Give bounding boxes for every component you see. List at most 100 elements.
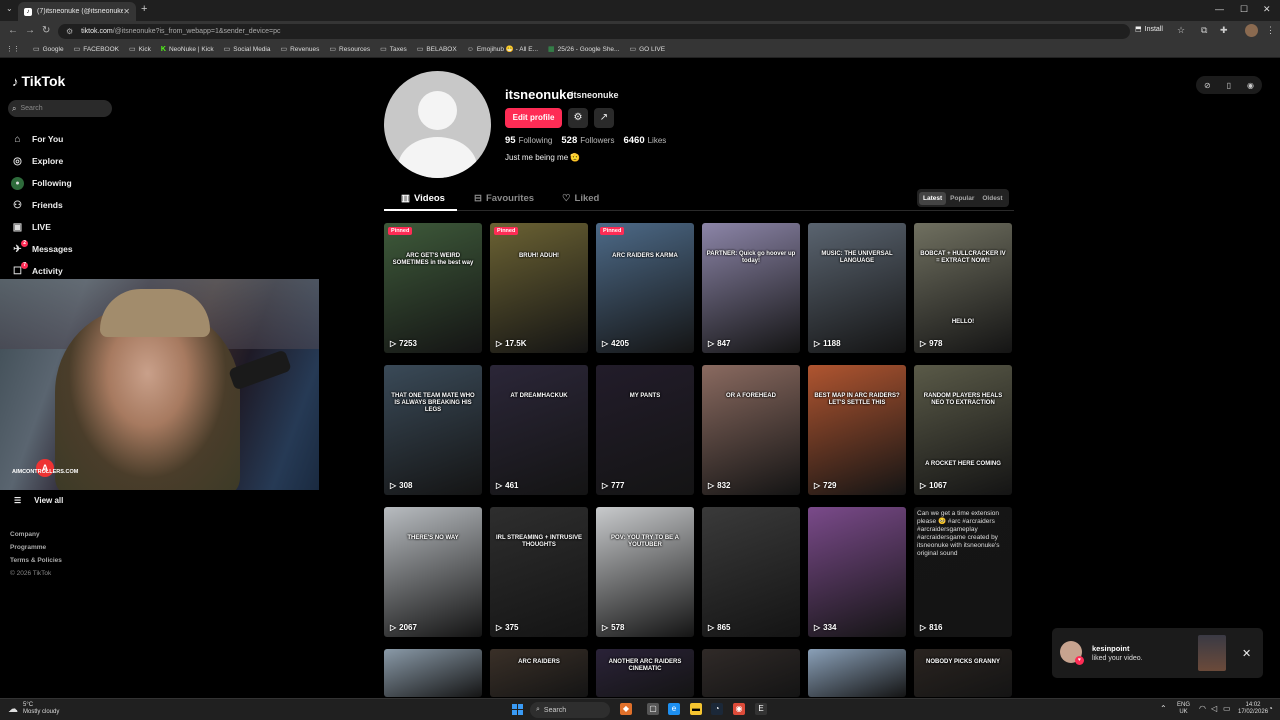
puzzle-icon[interactable]: ✚ [1220, 25, 1228, 36]
sidebar-item-live[interactable]: ▣ LIVE [11, 216, 73, 238]
taskbar-search[interactable]: ⌕ Search [530, 702, 610, 718]
video-thumbnail[interactable]: ▷ 865 [702, 507, 800, 637]
video-thumbnail[interactable]: Pinned ARC RAIDERS KARMA ▷ 4205 [596, 223, 694, 353]
minimize-icon[interactable]: — [1215, 4, 1224, 14]
tab-videos[interactable]: ▥ Videos [401, 193, 445, 204]
browser-tab[interactable]: ♪ (7)itsneonuke (@itsneonuke) | T ✕ [18, 2, 136, 21]
stat-following[interactable]: 95 Following [505, 135, 552, 146]
new-tab-icon[interactable]: + [141, 3, 147, 15]
back-icon[interactable]: ← [8, 25, 18, 36]
bookmark-item[interactable]: ▭ Taxes [380, 45, 407, 54]
tray-chevron-icon[interactable]: ⌃ [1160, 704, 1167, 713]
notification-bell-icon[interactable]: ◔ [1268, 704, 1273, 713]
site-info-icon[interactable]: ⚙ [66, 27, 73, 36]
extension-icon[interactable]: ⧉ [1201, 25, 1207, 36]
footer-link-company[interactable]: Company [10, 528, 62, 541]
video-thumbnail[interactable] [702, 649, 800, 697]
bookmark-item[interactable]: ☺ Emojihub 😁 - All E... [467, 45, 538, 54]
sidebar-item-explore[interactable]: ◎ Explore [11, 150, 73, 172]
video-thumbnail[interactable]: IRL STREAMING + INTRUSIVE THOUGHTS ▷ 375 [490, 507, 588, 637]
share-button[interactable]: ↗ [594, 108, 614, 128]
clock[interactable]: 14:02 17/02/2026 [1238, 702, 1268, 716]
app-icon-epic[interactable]: E [755, 703, 767, 715]
sidebar-item-messages[interactable]: ✈ 2 Messages [11, 238, 73, 260]
bookmark-item[interactable]: ▭ Social Media [224, 45, 271, 54]
footer-link-programme[interactable]: Programme [10, 541, 62, 554]
close-icon[interactable]: ✕ [1242, 647, 1251, 660]
device-icon[interactable]: ▯ [1227, 81, 1231, 90]
video-thumbnail[interactable]: ▷ 334 [808, 507, 906, 637]
video-thumbnail[interactable]: MY PANTS ▷ 777 [596, 365, 694, 495]
video-thumbnail[interactable]: RANDOM PLAYERS HEALS NEO TO EXTRACTION A … [914, 365, 1012, 495]
profile-avatar[interactable] [1245, 24, 1258, 37]
video-thumbnail[interactable]: THERE'S NO WAY ▷ 2067 [384, 507, 482, 637]
menu-icon[interactable]: ⋮ [1266, 25, 1275, 36]
volume-icon[interactable]: ◁ [1211, 704, 1217, 713]
video-thumbnail[interactable] [808, 649, 906, 697]
app-icon-chrome[interactable]: ◉ [733, 703, 745, 715]
maximize-icon[interactable]: ☐ [1240, 4, 1248, 15]
bookmark-item[interactable]: K NeoNuke | Kick [161, 46, 214, 53]
reload-icon[interactable]: ↻ [42, 25, 50, 36]
install-button[interactable]: ⬒ Install [1135, 25, 1163, 34]
bookmark-item[interactable]: ▦ 25/26 - Google She... [548, 45, 619, 54]
address-bar[interactable]: ⚙ tiktok.com /@itsneonuke?is_from_webapp… [58, 24, 1130, 39]
tab-liked[interactable]: ♡ Liked [562, 193, 599, 204]
app-icon-explorer[interactable]: ▬ [690, 703, 702, 715]
bookmark-item[interactable]: ▭ FACEBOOK [74, 45, 119, 54]
video-thumbnail[interactable]: THAT ONE TEAM MATE WHO IS ALWAYS BREAKIN… [384, 365, 482, 495]
like-notification[interactable]: ♥ kesinpoint liked your video. ✕ [1052, 628, 1263, 678]
sidebar-item-for-you[interactable]: ⌂ For You [11, 128, 73, 150]
video-thumbnail[interactable]: ANOTHER ARC RAIDERS CINEMATIC [596, 649, 694, 697]
sort-latest[interactable]: Latest [919, 191, 947, 205]
bookmark-item[interactable]: ▭ GO LIVE [629, 45, 665, 54]
bookmark-item[interactable]: ▭ Revenues [280, 45, 319, 54]
video-thumbnail[interactable]: OR A FOREHEAD ▷ 832 [702, 365, 800, 495]
bookmark-item[interactable]: ▭ Kick [129, 45, 151, 54]
tab-search-icon[interactable]: ⌄ [6, 4, 13, 13]
video-thumbnail[interactable]: NOBODY PICKS GRANNY [914, 649, 1012, 697]
video-thumbnail[interactable]: ARC RAIDERS [490, 649, 588, 697]
search-input[interactable]: ⌕ Search [8, 100, 112, 117]
weather-widget[interactable]: ☁ 5°C Mostly cloudy [8, 702, 59, 716]
video-thumbnail[interactable]: Can we get a time extension please 🥺 #ar… [914, 507, 1012, 637]
video-thumbnail[interactable]: BOBCAT + HULLCRACKER IV = EXTRACT NOW!! H… [914, 223, 1012, 353]
video-thumbnail[interactable] [384, 649, 482, 697]
video-thumbnail[interactable]: Pinned BRUH! ADUH! ▷ 17.5K [490, 223, 588, 353]
wifi-icon[interactable]: ◠ [1199, 704, 1206, 713]
app-icon-steam[interactable]: ◔ [711, 703, 723, 715]
footer-link-terms[interactable]: Terms & Policies [10, 554, 62, 567]
bookmark-item[interactable]: ▭ Google [33, 45, 64, 54]
view-all-link[interactable]: ☰ View all [14, 496, 63, 505]
bookmark-item[interactable]: ▭ BELABOX [417, 45, 457, 54]
video-thumbnail[interactable]: PARTNER: Quick go hoover up today! ▷ 847 [702, 223, 800, 353]
video-thumbnail[interactable]: Pinned ARC GET'S WEIRD SOMETIMES in the b… [384, 223, 482, 353]
video-thumbnail[interactable]: POV: YOU TRY TO BE A YOUTUBER ▷ 578 [596, 507, 694, 637]
app-icon-taskview[interactable]: ▢ [647, 703, 659, 715]
sort-oldest[interactable]: Oldest [978, 192, 1006, 205]
apps-icon[interactable]: ⋮⋮ [6, 45, 23, 53]
tab-favourites[interactable]: ⊟ Favourites [474, 193, 534, 204]
video-thumbnail[interactable]: BEST MAP IN ARC RAIDERS? LET'S SETTLE TH… [808, 365, 906, 495]
app-icon-edge[interactable]: e [668, 703, 680, 715]
close-tab-icon[interactable]: ✕ [123, 7, 130, 16]
video-thumbnail[interactable]: AT DREAMHACKUK ▷ 461 [490, 365, 588, 495]
bookmark-item[interactable]: ▭ Resources [329, 45, 370, 54]
tiktok-logo[interactable]: ♪ TikTok [12, 73, 65, 89]
battery-icon[interactable]: ▭ [1223, 704, 1231, 713]
bookmark-star-icon[interactable]: ☆ [1177, 25, 1185, 36]
user-avatar-icon[interactable]: ◉ [1247, 81, 1254, 90]
forward-icon[interactable]: → [25, 25, 35, 36]
profile-avatar-large[interactable] [384, 71, 491, 178]
coins-icon[interactable]: ⊘ [1204, 81, 1211, 90]
edit-profile-button[interactable]: Edit profile [505, 108, 562, 128]
close-window-icon[interactable]: ✕ [1263, 4, 1271, 15]
windows-start-icon[interactable] [512, 704, 523, 715]
settings-button[interactable]: ⚙ [568, 108, 588, 128]
sidebar-item-friends[interactable]: ⚇ Friends [11, 194, 73, 216]
language-indicator[interactable]: ENG UK [1177, 702, 1190, 716]
video-thumbnail[interactable]: MUSIC: THE UNIVERSAL LANGUAGE ▷ 1188 [808, 223, 906, 353]
app-icon-game[interactable]: ◆ [620, 703, 632, 715]
sidebar-item-following[interactable]: ● Following [11, 172, 73, 194]
stat-followers[interactable]: 528 Followers [561, 135, 614, 146]
